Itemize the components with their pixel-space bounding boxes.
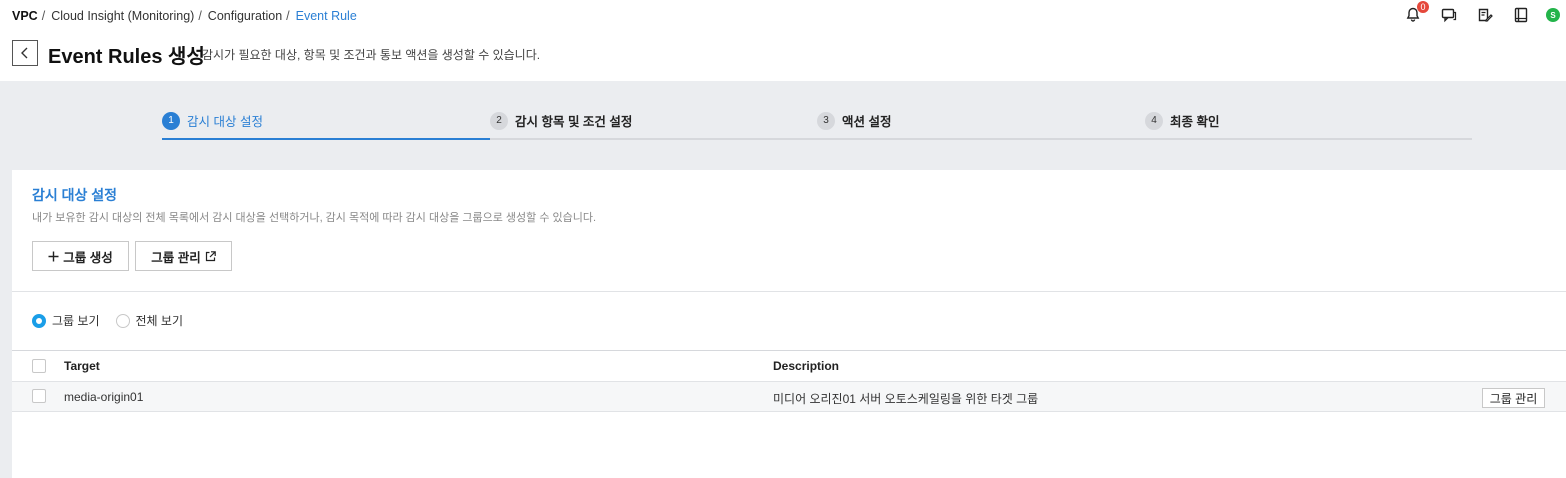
edit-note-icon[interactable]	[1476, 6, 1494, 24]
breadcrumb-separator: /	[41, 9, 46, 23]
radio-checked-icon	[32, 313, 46, 328]
header-icons: 0 S	[1404, 1, 1560, 24]
step-number: 2	[490, 111, 508, 130]
section-title: 감시 대상 설정	[32, 187, 118, 203]
create-group-button[interactable]: 그룹 생성	[32, 241, 129, 271]
external-link-icon	[205, 250, 216, 261]
step-item-condition-setting[interactable]: 2 감시 항목 및 조건 설정	[490, 111, 632, 130]
table-row[interactable]: media-origin01 미디어 오리진01 서버 오토스케일링을 위한 타…	[12, 381, 1566, 412]
select-all-checkbox[interactable]	[32, 359, 46, 373]
step-number: 3	[817, 111, 835, 130]
notification-badge: 0	[1417, 1, 1429, 13]
column-header-description[interactable]: Description	[773, 359, 839, 373]
table-header: Target Description	[12, 351, 1566, 381]
group-view-label: 그룹 보기	[52, 314, 100, 328]
chevron-left-icon	[21, 47, 28, 59]
breadcrumb-item-configuration[interactable]: Configuration	[208, 9, 282, 23]
step-target-setting[interactable]: 1 감시 대상 설정	[162, 111, 263, 130]
create-group-label: 그룹 생성	[63, 250, 113, 265]
step-number: 1	[162, 111, 180, 130]
step-number: 4	[1145, 111, 1163, 130]
step-label: 감시 항목 및 조건 설정	[515, 115, 633, 129]
row-target: media-origin01	[64, 390, 144, 404]
row-description: 미디어 오리진01 서버 오토스케일링을 위한 타겟 그룹	[773, 392, 1039, 406]
breadcrumb-item-cloud-insight[interactable]: Cloud Insight (Monitoring)	[51, 9, 194, 23]
radio-unchecked-icon	[115, 313, 130, 328]
row-manage-group-button[interactable]: 그룹 관리	[1482, 388, 1545, 408]
divider	[12, 291, 1566, 292]
step-label: 액션 설정	[842, 115, 892, 129]
page-title: Event Rules 생성	[48, 46, 205, 68]
breadcrumb: VPC / Cloud Insight (Monitoring) / Confi…	[12, 9, 357, 23]
breadcrumb-separator: /	[198, 9, 202, 23]
stepper: 1 감시 대상 설정 2 감시 항목 및 조건 설정 3 액션 설정 4 최종 …	[162, 108, 1472, 140]
back-button[interactable]	[12, 40, 38, 66]
page-description: 감시가 필요한 대상, 항목 및 조건과 통보 액션을 생성할 수 있습니다.	[202, 48, 541, 62]
chat-icon[interactable]	[1440, 6, 1458, 24]
bell-icon[interactable]: 0	[1404, 1, 1429, 24]
breadcrumb-current: Event Rule	[295, 9, 357, 23]
step-final-confirm[interactable]: 4 최종 확인	[1145, 111, 1219, 130]
row-checkbox[interactable]	[32, 389, 46, 403]
section-description: 내가 보유한 감시 대상의 전체 목록에서 감시 대상을 선택하거나, 감시 목…	[32, 212, 597, 224]
top-bar: VPC / Cloud Insight (Monitoring) / Confi…	[0, 0, 1566, 34]
book-icon[interactable]	[1512, 6, 1530, 24]
stepper-progress	[162, 138, 490, 140]
group-view-radio[interactable]: 그룹 보기	[32, 312, 100, 329]
manage-group-label: 그룹 관리	[151, 250, 201, 265]
target-setting-panel: 감시 대상 설정 내가 보유한 감시 대상의 전체 목록에서 감시 대상을 선택…	[12, 170, 1566, 478]
column-header-target[interactable]: Target	[64, 359, 100, 373]
breadcrumb-root[interactable]: VPC	[12, 9, 38, 23]
all-view-label: 전체 보기	[135, 314, 184, 328]
step-label: 감시 대상 설정	[187, 115, 263, 129]
all-view-radio[interactable]: 전체 보기	[115, 312, 184, 329]
manage-group-button[interactable]: 그룹 관리	[135, 241, 232, 271]
avatar[interactable]: S	[1546, 8, 1560, 22]
step-action-setting[interactable]: 3 액션 설정	[817, 111, 891, 130]
view-mode-radio-group: 그룹 보기 전체 보기	[32, 312, 183, 329]
step-label: 최종 확인	[1170, 115, 1220, 129]
breadcrumb-separator: /	[286, 9, 290, 23]
plus-icon	[48, 251, 59, 261]
